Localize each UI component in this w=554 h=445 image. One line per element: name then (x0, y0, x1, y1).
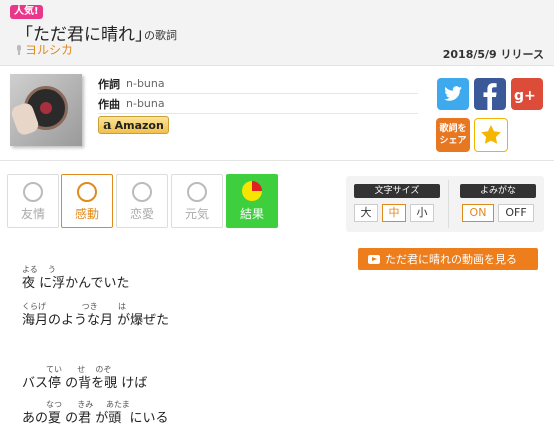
facebook-share-button[interactable] (474, 78, 506, 110)
popular-badge: 人気! (10, 5, 43, 19)
lyric-line: あの夏 の君 が頭 にいる (22, 411, 169, 426)
twitter-share-button[interactable] (437, 78, 469, 110)
watch-video-label: ただ君に晴れの動画を見る (385, 253, 517, 266)
mood-label: 感動 (74, 207, 99, 221)
song-header: 人気! 「ただ君に晴れ」 の歌詞 ヨルシカ 2018/5/9 リリース (0, 0, 554, 66)
lyric-line: 海月のような月 が爆ぜた (22, 313, 170, 328)
lyricist-label: 作詞 (98, 77, 120, 91)
google-plus-icon: g+ (514, 88, 536, 104)
mood-label: 元気 (184, 207, 209, 221)
result-label: 結果 (239, 207, 264, 221)
mood-love-button[interactable]: 恋愛 (116, 174, 168, 228)
mood-moved-button[interactable]: 感動 (61, 174, 113, 228)
lyric-ruby: よる う (22, 265, 56, 274)
lyric-ruby: くらげ つき は (22, 302, 126, 311)
divider (0, 160, 554, 161)
twitter-icon (444, 86, 462, 101)
microphone-icon (16, 44, 22, 55)
google-plus-share-button[interactable]: g+ (511, 78, 543, 110)
display-settings-panel: 文字サイズ よみがな 大 中 小 ON OFF (346, 176, 544, 232)
mood-label: 友情 (20, 207, 45, 221)
font-size-large-button[interactable]: 大 (354, 204, 378, 222)
font-size-small-button[interactable]: 小 (410, 204, 434, 222)
yomigana-on-button[interactable]: ON (462, 204, 494, 222)
heart-eyes-face-icon (132, 182, 152, 202)
amazon-icon: a (103, 117, 112, 133)
svg-text:g+: g+ (514, 88, 536, 104)
title-suffix: の歌詞 (144, 29, 177, 42)
favorite-button[interactable] (474, 118, 508, 152)
star-icon (481, 125, 501, 144)
share-line2: シェア (439, 136, 467, 146)
pie-chart-icon (242, 181, 262, 201)
album-jacket (10, 74, 82, 146)
lyricist-row: 作詞 n-buna (98, 74, 418, 94)
release-date: 2018/5/9 リリース (442, 48, 544, 61)
watch-video-button[interactable]: ただ君に晴れの動画を見る (358, 248, 538, 270)
play-icon (368, 254, 380, 264)
composer-name[interactable]: n-buna (126, 97, 165, 110)
yomigana-heading: よみがな (460, 184, 536, 198)
share-line1: 歌詞を (439, 124, 467, 134)
amazon-button[interactable]: a Amazon (98, 116, 169, 134)
mood-friendship-button[interactable]: 友情 (7, 174, 59, 228)
panel-divider (448, 180, 449, 228)
lyric-ruby: てい せ のぞ (46, 365, 112, 374)
lyric-line: 夜 に浮かんでいた (22, 276, 130, 291)
font-size-heading: 文字サイズ (354, 184, 440, 198)
credits: 作詞 n-buna 作曲 n-buna (98, 74, 418, 114)
lyricist-name[interactable]: n-buna (126, 77, 165, 90)
mood-energy-button[interactable]: 元気 (171, 174, 223, 228)
font-size-medium-button[interactable]: 中 (382, 204, 406, 222)
lyric-ruby: なつ きみ あたま (46, 400, 130, 409)
smile-face-icon (23, 182, 43, 202)
artist-link[interactable]: ヨルシカ (16, 41, 73, 58)
composer-row: 作曲 n-buna (98, 94, 418, 114)
mood-result-button[interactable]: 結果 (226, 174, 278, 228)
composer-label: 作曲 (98, 97, 120, 111)
artist-name[interactable]: ヨルシカ (25, 41, 73, 58)
grin-face-icon (187, 182, 207, 202)
lyric-line: バス停 の背を覗 けば (22, 376, 148, 391)
mood-label: 恋愛 (129, 207, 154, 221)
facebook-icon (483, 83, 497, 110)
crying-face-icon (77, 182, 97, 202)
yomigana-off-button[interactable]: OFF (498, 204, 534, 222)
amazon-label: Amazon (114, 118, 164, 132)
share-lyrics-button[interactable]: 歌詞を シェア (436, 118, 470, 152)
